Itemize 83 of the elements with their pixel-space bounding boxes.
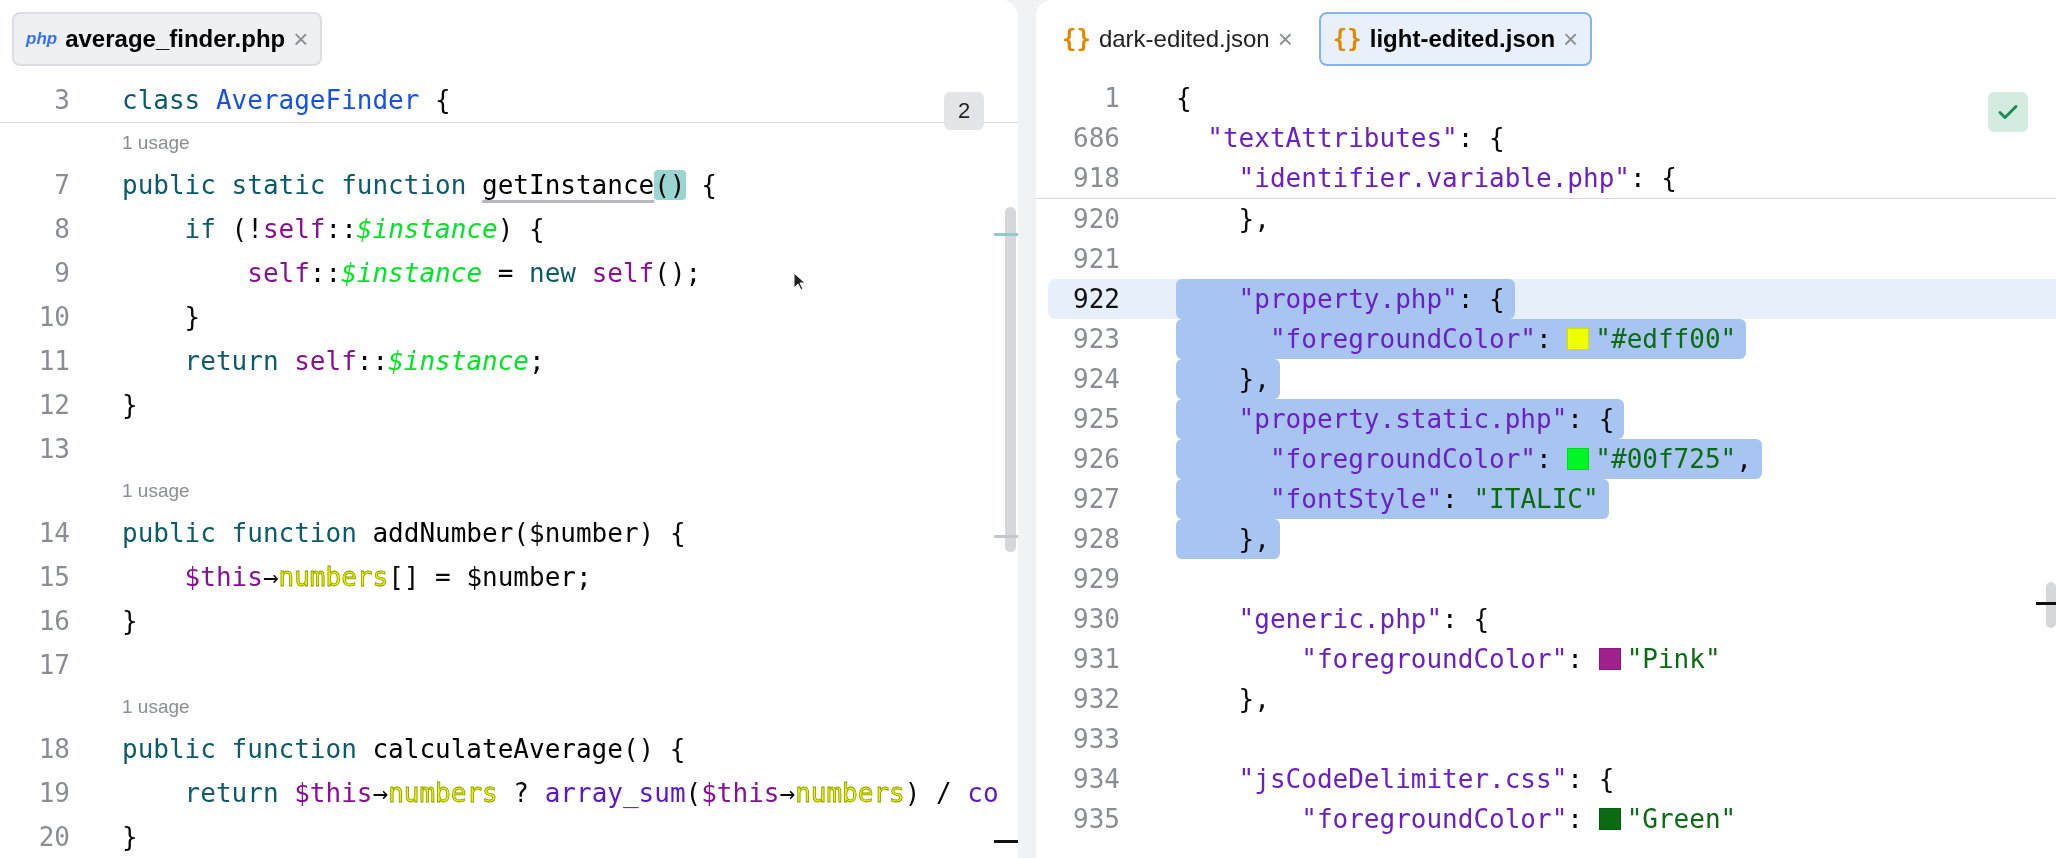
code-line: },	[1237, 203, 1270, 236]
line-number: 934	[1072, 763, 1120, 796]
code-line: if (!self::$instance) {	[183, 213, 545, 246]
code-line: },	[1237, 363, 1270, 396]
line-number: 933	[1072, 723, 1120, 756]
code-line: return $this→numbers ? array_sum($this→numbers) / co	[183, 777, 999, 810]
code-line: "jsCodeDelimiter.css": {	[1237, 763, 1615, 796]
code-line: }	[122, 389, 138, 422]
line-number: 20	[37, 821, 70, 854]
editor-tab[interactable]: {} dark-edited.json ×	[1048, 12, 1307, 66]
code-line: }	[122, 605, 138, 638]
line-number: 928	[1072, 523, 1120, 556]
code-line: },	[1237, 683, 1270, 716]
code-line: "#edff00"	[1595, 323, 1737, 356]
line-number: 8	[53, 213, 70, 246]
line-number: 921	[1072, 243, 1120, 276]
line-number: 1	[1103, 82, 1120, 115]
code-line: "foregroundColor":	[1268, 443, 1553, 476]
line-number: 16	[37, 605, 70, 638]
code-line: "foregroundColor":	[1300, 803, 1584, 836]
code-line: }	[183, 301, 201, 334]
code-line: self::$instance = new self();	[246, 257, 702, 290]
code-line: "fontStyle": "ITALIC"	[1268, 483, 1599, 516]
line-number: 7	[53, 169, 70, 202]
code-line: "Green"	[1626, 803, 1737, 836]
line-number: 932	[1072, 683, 1120, 716]
code-line: "generic.php": {	[1237, 603, 1490, 636]
line-number: 15	[37, 561, 70, 594]
line-number: 18	[37, 733, 70, 766]
code-line: "property.php": {	[1237, 283, 1505, 316]
line-number: 930	[1072, 603, 1120, 636]
color-swatch-icon[interactable]	[1598, 808, 1621, 830]
line-number: 12	[37, 389, 70, 422]
line-number: 926	[1072, 443, 1120, 476]
code-line: "#00f725",	[1595, 443, 1752, 476]
code-line: $this→numbers[] = $number;	[183, 561, 592, 594]
line-number: 935	[1072, 803, 1120, 836]
code-line: return self::$instance;	[183, 345, 545, 378]
line-number: 3	[53, 84, 70, 117]
scroll-marker	[994, 840, 1018, 843]
code-line: public function addNumber($number) {	[122, 517, 686, 550]
code-line: public static function getInstance() {	[122, 169, 717, 202]
line-number: 920	[1072, 203, 1120, 236]
code-line: "textAttributes": {	[1206, 122, 1505, 155]
count-badge[interactable]: 2	[944, 92, 984, 130]
line-number: 686	[1072, 122, 1120, 155]
code-line: },	[1237, 523, 1270, 556]
color-swatch-icon[interactable]	[1598, 648, 1621, 670]
line-number: 9	[53, 257, 70, 290]
line-number: 922	[1072, 283, 1120, 316]
code-line: class AverageFinder {	[122, 84, 451, 117]
line-number: 11	[37, 345, 70, 378]
mouse-cursor-icon	[793, 272, 807, 292]
line-number: 923	[1072, 323, 1120, 356]
scroll-marker	[994, 535, 1018, 538]
scroll-marker	[994, 233, 1018, 236]
color-swatch-icon[interactable]	[1567, 328, 1590, 350]
line-number: 918	[1072, 162, 1120, 195]
line-number: 925	[1072, 403, 1120, 436]
line-number: 929	[1072, 563, 1120, 596]
code-line: public function calculateAverage() {	[122, 733, 686, 766]
scrollbar-thumb[interactable]	[2046, 582, 2056, 628]
color-swatch-icon[interactable]	[1567, 448, 1590, 470]
line-number: 14	[37, 517, 70, 550]
check-icon[interactable]	[1988, 92, 2028, 132]
code-line: {	[1176, 82, 1192, 115]
code-line: "foregroundColor":	[1300, 643, 1584, 676]
code-line: }	[122, 821, 138, 854]
code-line: "property.static.php": {	[1237, 403, 1615, 436]
line-number: 10	[37, 301, 70, 334]
line-number: 17	[37, 649, 70, 682]
line-number: 931	[1072, 643, 1120, 676]
code-line: "Pink"	[1626, 643, 1721, 676]
line-number: 13	[37, 433, 70, 466]
line-number: 927	[1072, 483, 1120, 516]
scroll-marker	[2036, 602, 2056, 605]
line-number: 924	[1072, 363, 1120, 396]
editor-tab[interactable]: {} light-edited.json ×	[1318, 12, 1593, 66]
line-number: 19	[37, 777, 70, 810]
code-line: "foregroundColor":	[1268, 323, 1553, 356]
scrollbar-thumb[interactable]	[1005, 207, 1016, 552]
editor-tab[interactable]: php average_finder.php ×	[12, 12, 323, 66]
code-line: "identifier.variable.php": {	[1237, 162, 1677, 195]
